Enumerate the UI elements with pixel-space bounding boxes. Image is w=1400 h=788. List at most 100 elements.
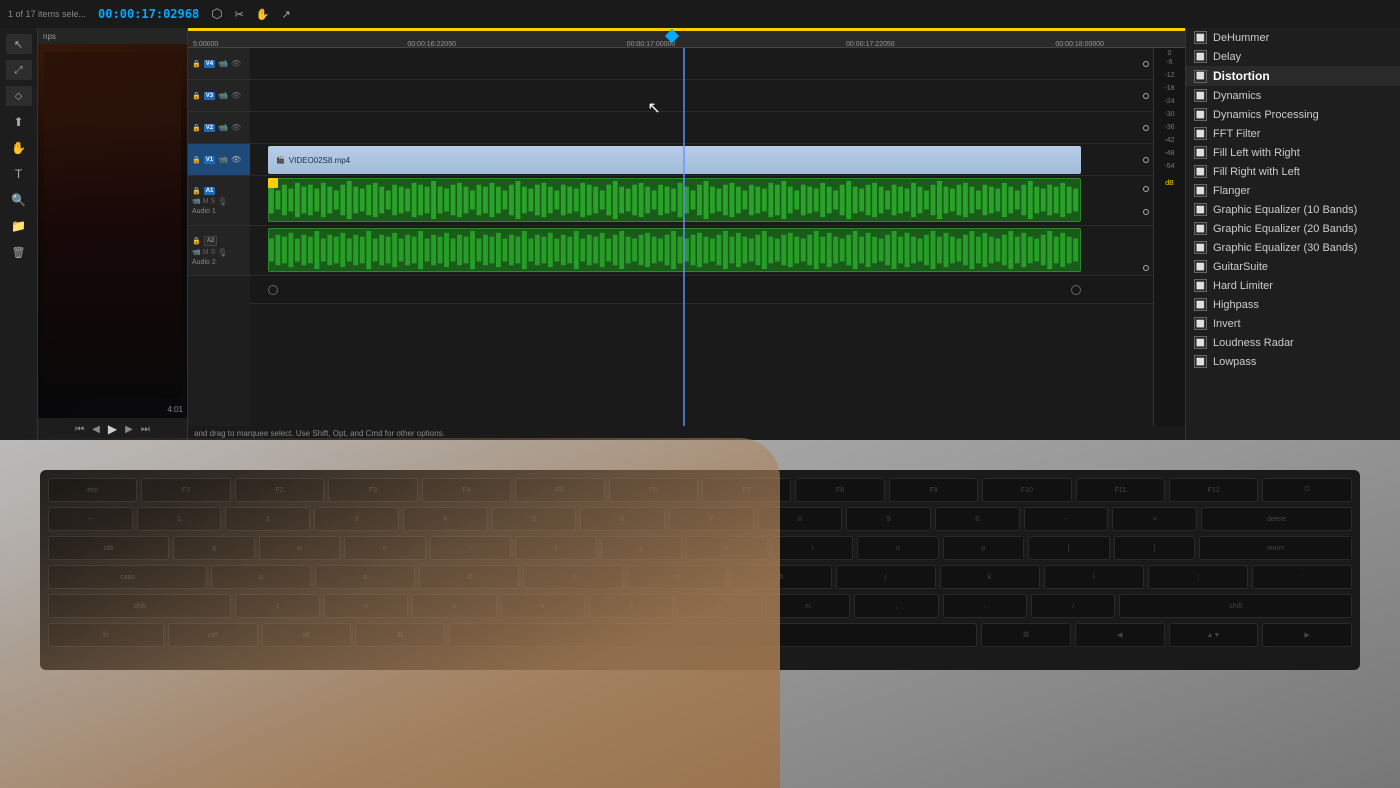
audio-clip-a2[interactable] bbox=[268, 228, 1081, 272]
key-3[interactable]: 3 bbox=[314, 507, 399, 531]
key-tilde[interactable]: ~ bbox=[48, 507, 133, 531]
key-right[interactable]: ▶ bbox=[1262, 623, 1352, 647]
key-x[interactable]: x bbox=[324, 594, 408, 618]
key-f11[interactable]: F11 bbox=[1076, 478, 1165, 502]
effect-item-3[interactable]: ⬜Dynamics bbox=[1186, 86, 1400, 105]
key-f7[interactable]: F7 bbox=[702, 478, 791, 502]
key-k[interactable]: k bbox=[940, 565, 1040, 589]
key-i[interactable]: i bbox=[772, 536, 853, 560]
key-s[interactable]: s bbox=[315, 565, 415, 589]
key-v[interactable]: v bbox=[501, 594, 585, 618]
key-space[interactable] bbox=[449, 623, 977, 647]
key-f[interactable]: f bbox=[523, 565, 623, 589]
tool-selector[interactable]: ↖ bbox=[6, 34, 32, 54]
key-9[interactable]: 9 bbox=[846, 507, 931, 531]
effect-item-5[interactable]: ⬜FFT Filter bbox=[1186, 124, 1400, 143]
next-frame-button[interactable]: ▶ bbox=[125, 424, 133, 435]
key-tab[interactable]: tab bbox=[48, 536, 169, 560]
audio-clip-a1[interactable] bbox=[268, 178, 1081, 222]
key-f8[interactable]: F8 bbox=[795, 478, 884, 502]
key-r[interactable]: r bbox=[430, 536, 511, 560]
effect-item-12[interactable]: ⬜GuitarSuite bbox=[1186, 257, 1400, 276]
key-right-shift[interactable]: shift bbox=[1119, 594, 1352, 618]
track-m-a2[interactable]: M bbox=[203, 249, 209, 256]
key-power[interactable]: ⏻ bbox=[1262, 478, 1351, 502]
key-m[interactable]: m bbox=[766, 594, 850, 618]
key-7[interactable]: 7 bbox=[669, 507, 754, 531]
key-up-down[interactable]: ▲▼ bbox=[1169, 623, 1259, 647]
key-e[interactable]: e bbox=[344, 536, 425, 560]
key-cmd-left[interactable]: ⌘ bbox=[355, 623, 445, 647]
tool-expand[interactable]: ⤢ bbox=[6, 60, 32, 80]
key-p[interactable]: p bbox=[943, 536, 1024, 560]
key-fn[interactable]: fn bbox=[48, 623, 164, 647]
key-alt[interactable]: alt bbox=[262, 623, 352, 647]
key-left[interactable]: ◀ bbox=[1075, 623, 1165, 647]
video-clip[interactable]: 🎬 VIDEO02S8.mp4 bbox=[268, 146, 1081, 174]
key-f1[interactable]: F1 bbox=[141, 478, 230, 502]
tool-cursor[interactable]: ⬆ bbox=[6, 112, 32, 132]
key-esc[interactable]: esc bbox=[48, 478, 137, 502]
effect-item-9[interactable]: ⬜Graphic Equalizer (10 Bands) bbox=[1186, 200, 1400, 219]
play-button[interactable]: ⏮ bbox=[75, 424, 84, 435]
key-f10[interactable]: F10 bbox=[982, 478, 1071, 502]
key-equals[interactable]: = bbox=[1112, 507, 1197, 531]
key-caps[interactable]: caps bbox=[48, 565, 207, 589]
tool-select-icon[interactable]: ⬡ bbox=[211, 6, 222, 22]
key-j[interactable]: j bbox=[836, 565, 936, 589]
key-o[interactable]: o bbox=[857, 536, 938, 560]
key-return[interactable]: return bbox=[1199, 536, 1352, 560]
key-backspace[interactable]: delete bbox=[1201, 507, 1352, 531]
effect-item-4[interactable]: ⬜Dynamics Processing bbox=[1186, 105, 1400, 124]
effect-item-10[interactable]: ⬜Graphic Equalizer (20 Bands) bbox=[1186, 219, 1400, 238]
key-f4[interactable]: F4 bbox=[422, 478, 511, 502]
effect-item-13[interactable]: ⬜Hard Limiter bbox=[1186, 276, 1400, 295]
effect-item-15[interactable]: ⬜Invert bbox=[1186, 314, 1400, 333]
key-2[interactable]: 2 bbox=[225, 507, 310, 531]
key-5[interactable]: 5 bbox=[492, 507, 577, 531]
key-q[interactable]: q bbox=[173, 536, 254, 560]
prev-frame-button[interactable]: ◀ bbox=[92, 424, 100, 435]
key-n[interactable]: n bbox=[677, 594, 761, 618]
tool-trash[interactable]: 🗑 bbox=[6, 242, 32, 262]
key-f6[interactable]: F6 bbox=[609, 478, 698, 502]
effect-item-7[interactable]: ⬜Fill Right with Left bbox=[1186, 162, 1400, 181]
key-quote[interactable]: ' bbox=[1252, 565, 1352, 589]
effect-item-0[interactable]: ⬜DeHummer bbox=[1186, 28, 1400, 47]
key-cmd-right[interactable]: ⌘ bbox=[981, 623, 1071, 647]
key-f2[interactable]: F2 bbox=[235, 478, 324, 502]
tool-razor-icon[interactable]: ✂ bbox=[235, 8, 244, 21]
track-s-a2[interactable]: S bbox=[211, 249, 216, 256]
key-f5[interactable]: F5 bbox=[515, 478, 604, 502]
key-comma[interactable]: , bbox=[854, 594, 938, 618]
track-m-a1[interactable]: M bbox=[203, 198, 209, 205]
key-b[interactable]: b bbox=[589, 594, 673, 618]
effect-item-14[interactable]: ⬜Highpass bbox=[1186, 295, 1400, 314]
tool-mark[interactable]: ◇ bbox=[6, 86, 32, 106]
effect-item-16[interactable]: ⬜Loudness Radar bbox=[1186, 333, 1400, 352]
key-left-shift[interactable]: shift bbox=[48, 594, 231, 618]
key-semicolon[interactable]: ; bbox=[1148, 565, 1248, 589]
tool-search[interactable]: 🔍 bbox=[6, 190, 32, 210]
tool-text[interactable]: T bbox=[6, 164, 32, 184]
key-rbracket[interactable]: ] bbox=[1114, 536, 1195, 560]
effect-item-6[interactable]: ⬜Fill Left with Right bbox=[1186, 143, 1400, 162]
tool-hand2[interactable]: ✋ bbox=[6, 138, 32, 158]
key-ctrl[interactable]: ctrl bbox=[168, 623, 258, 647]
key-a[interactable]: a bbox=[211, 565, 311, 589]
key-1[interactable]: 1 bbox=[137, 507, 222, 531]
key-slash[interactable]: / bbox=[1031, 594, 1115, 618]
key-period[interactable]: . bbox=[943, 594, 1027, 618]
key-l[interactable]: l bbox=[1044, 565, 1144, 589]
key-c[interactable]: c bbox=[412, 594, 496, 618]
key-0[interactable]: 0 bbox=[935, 507, 1020, 531]
key-lbracket[interactable]: [ bbox=[1028, 536, 1109, 560]
key-u[interactable]: u bbox=[686, 536, 767, 560]
key-f3[interactable]: F3 bbox=[328, 478, 417, 502]
key-minus[interactable]: - bbox=[1024, 507, 1109, 531]
effect-item-1[interactable]: ⬜Delay bbox=[1186, 47, 1400, 66]
key-4[interactable]: 4 bbox=[403, 507, 488, 531]
play-pause-button[interactable]: ▶ bbox=[108, 422, 117, 436]
tool-folder[interactable]: 📁 bbox=[6, 216, 32, 236]
effect-item-11[interactable]: ⬜Graphic Equalizer (30 Bands) bbox=[1186, 238, 1400, 257]
